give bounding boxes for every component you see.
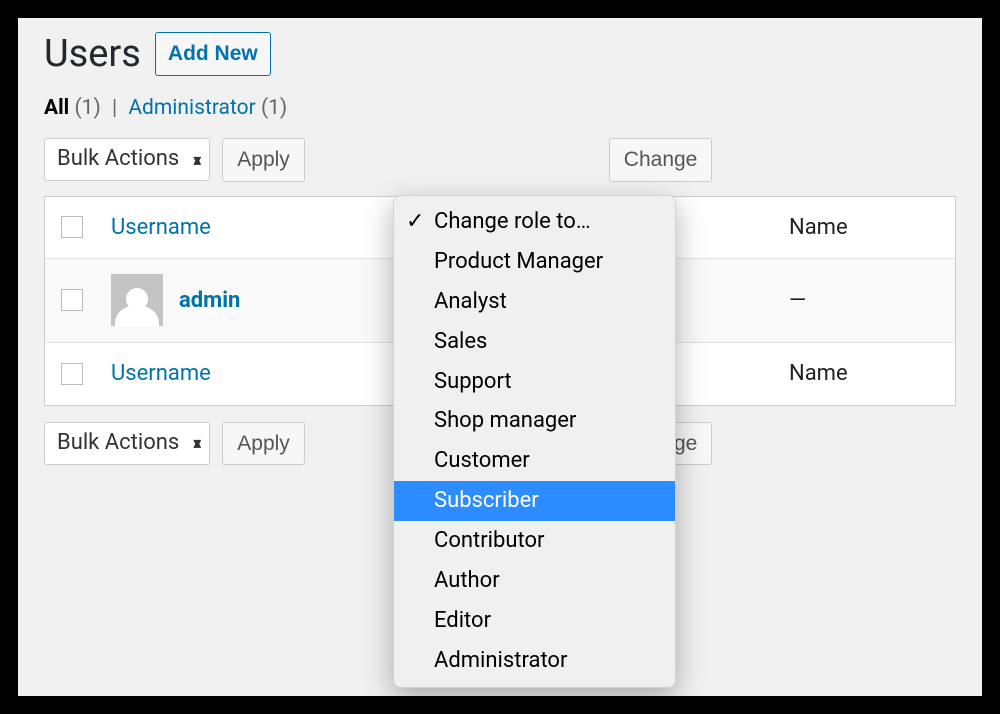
page-title: Users bbox=[44, 32, 141, 76]
role-option[interactable]: Support bbox=[394, 362, 675, 402]
row-checkbox[interactable] bbox=[61, 289, 83, 311]
role-option[interactable]: Analyst bbox=[394, 282, 675, 322]
bulk-actions-select-bottom[interactable]: Bulk Actions ▴▾ bbox=[44, 422, 210, 465]
role-option[interactable]: Editor bbox=[394, 601, 675, 641]
change-role-button-top[interactable]: Change bbox=[609, 138, 713, 182]
bulk-actions-label: Bulk Actions bbox=[57, 146, 179, 171]
row-name: — bbox=[789, 288, 939, 313]
top-controls: Bulk Actions ▴▾ Apply Change bbox=[44, 138, 956, 182]
apply-button-bottom[interactable]: Apply bbox=[222, 422, 305, 466]
app-frame: Users Add New All (1) | Administrator (1… bbox=[18, 18, 982, 696]
role-option[interactable]: Product Manager bbox=[394, 242, 675, 282]
col-header-name: Name bbox=[789, 215, 939, 240]
row-username-link[interactable]: admin bbox=[179, 288, 240, 313]
role-option[interactable]: Customer bbox=[394, 441, 675, 481]
filter-all[interactable]: All bbox=[44, 96, 69, 120]
page-header: Users Add New bbox=[44, 32, 956, 76]
bulk-actions-label-bottom: Bulk Actions bbox=[57, 430, 179, 455]
role-option[interactable]: Sales bbox=[394, 322, 675, 362]
role-option[interactable]: Shop manager bbox=[394, 401, 675, 441]
role-filter-links: All (1) | Administrator (1) bbox=[44, 96, 956, 120]
apply-button-top[interactable]: Apply bbox=[222, 138, 305, 182]
select-all-checkbox-top[interactable] bbox=[61, 216, 83, 238]
col-footer-name: Name bbox=[789, 361, 939, 386]
role-option[interactable]: Author bbox=[394, 561, 675, 601]
bulk-actions-select[interactable]: Bulk Actions ▴▾ bbox=[44, 138, 210, 181]
add-new-button[interactable]: Add New bbox=[155, 32, 271, 76]
avatar bbox=[111, 274, 163, 326]
role-option[interactable]: Contributor bbox=[394, 521, 675, 561]
col-footer-username[interactable]: Username bbox=[111, 361, 211, 386]
filter-administrator[interactable]: Administrator bbox=[128, 96, 255, 120]
filter-administrator-count: (1) bbox=[261, 96, 287, 120]
role-option[interactable]: Change role to… bbox=[394, 202, 675, 242]
select-all-checkbox-bottom[interactable] bbox=[61, 363, 83, 385]
filter-separator: | bbox=[112, 96, 117, 120]
col-header-username[interactable]: Username bbox=[111, 215, 211, 240]
role-option[interactable]: Administrator bbox=[394, 641, 675, 681]
filter-all-count: (1) bbox=[74, 96, 100, 120]
role-option[interactable]: Subscriber bbox=[394, 481, 675, 521]
change-role-dropdown[interactable]: Change role to…Product ManagerAnalystSal… bbox=[393, 195, 676, 688]
